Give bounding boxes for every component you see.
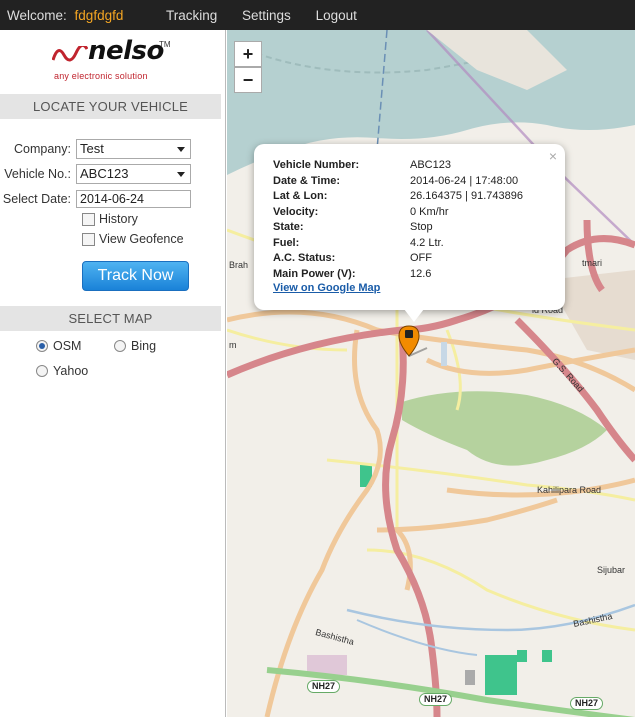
vehicle-value: ABC123 [80,166,129,181]
popup-key: Velocity: [273,205,319,218]
popup-value: 0 Km/hr [410,205,449,218]
wave-logo-icon [52,46,88,62]
popup-value: Stop [410,221,433,233]
popup-value: 12.6 [410,267,432,280]
map-label-nh27-c: NH27 [570,697,604,710]
company-row: Company: Test [0,139,191,159]
chevron-down-icon [177,147,185,152]
main-nav: Tracking Settings Logout [166,8,378,23]
username: fdgfdgfd [74,7,124,23]
map-view[interactable]: + − Brah m tmari id Road G.S. Road Kahil… [227,30,635,717]
company-label: Company: [14,142,71,156]
sidebar: nelso TM any electronic solution LOCATE … [0,30,226,717]
date-input[interactable]: 2014-06-24 [76,190,191,208]
yahoo-radio[interactable] [36,365,48,377]
date-label: Select Date: [2,192,71,206]
top-bar: Welcome: fdgfdgfd Tracking Settings Logo… [0,0,635,30]
popup-row: Main Power (V): 12.6 [273,268,431,280]
popup-value: 2014-06-24 | 17:48:00 [410,174,519,187]
date-row: Select Date: 2014-06-24 [0,189,191,209]
select-map-title: SELECT MAP [0,306,221,331]
map-label-nh27-b: NH27 [419,693,453,706]
yahoo-label: Yahoo [53,364,89,378]
brand-name: nelso [88,36,164,66]
vehicle-label: Vehicle No.: [4,167,71,181]
history-checkbox[interactable] [82,212,95,226]
popup-value: OFF [410,252,432,264]
popup-pointer [404,309,424,322]
popup-value: 4.2 Ltr. [410,236,444,249]
track-now-button[interactable]: Track Now [82,261,189,291]
popup-row: Lat & Lon: 26.164375 | 91.743896 [273,190,523,202]
geofence-option[interactable]: View Geofence [82,232,184,246]
history-option[interactable]: History [82,212,138,226]
geofence-label: View Geofence [99,232,184,246]
popup-key: Main Power (V): [273,267,356,280]
bing-radio[interactable] [114,340,126,352]
map-option-osm[interactable]: OSM [36,339,81,353]
history-label: History [99,212,138,226]
nav-tracking[interactable]: Tracking [166,8,217,23]
view-on-google-map-link[interactable]: View on Google Map [273,282,380,294]
popup-key: Lat & Lon: [273,190,328,202]
logo: nelso TM any electronic solution [0,30,225,94]
company-select[interactable]: Test [76,139,191,159]
brand-tagline: any electronic solution [54,71,148,81]
map-label-tmari: tmari [582,258,602,268]
company-value: Test [80,141,104,156]
map-selector: OSM Bing Yahoo [0,331,225,451]
geofence-checkbox[interactable] [82,232,95,246]
map-label-sijubari: Sijubar [597,565,626,575]
map-option-yahoo[interactable]: Yahoo [36,364,88,378]
welcome-label: Welcome: [7,7,67,23]
popup-row: State: Stop [273,221,433,233]
map-label-brahma: Brah [229,260,249,270]
nav-settings[interactable]: Settings [242,8,291,23]
zoom-in-button[interactable]: + [234,41,262,67]
popup-row: Vehicle Number: ABC123 [273,159,451,171]
nav-logout[interactable]: Logout [316,8,357,23]
vehicle-select[interactable]: ABC123 [76,164,191,184]
map-label-nh27-a: NH27 [307,680,341,693]
locate-form: Company: Test Vehicle No.: ABC123 Select… [0,119,225,306]
popup-key: Fuel: [273,236,300,249]
map-label-m: m [229,340,237,350]
popup-row: Velocity: 0 Km/hr [273,206,449,218]
chevron-down-icon [177,172,185,177]
welcome-text: Welcome: fdgfdgfd [0,8,166,23]
osm-label: OSM [53,339,82,353]
map-option-bing[interactable]: Bing [114,339,156,353]
popup-row: Date & Time: 2014-06-24 | 17:48:00 [273,175,518,187]
zoom-out-button[interactable]: − [234,67,262,93]
trademark: TM [159,40,171,49]
vehicle-row: Vehicle No.: ABC123 [0,164,191,184]
close-icon[interactable]: × [549,148,557,164]
locate-section-title: LOCATE YOUR VEHICLE [0,94,221,119]
osm-radio[interactable] [36,340,48,352]
popup-key: State: [273,221,304,233]
popup-row: A.C. Status: OFF [273,252,432,264]
popup-key: Date & Time: [273,174,341,187]
popup-value: ABC123 [410,159,451,171]
vehicle-info-popup: × Vehicle Number: ABC123 Date & Time: 2014… [254,144,565,322]
popup-row: Fuel: 4.2 Ltr. [273,237,444,249]
popup-key: Vehicle Number: [273,159,360,171]
popup-value: 26.164375 | 91.743896 [410,190,523,202]
bing-label: Bing [131,339,157,353]
map-label-kahilipara: Kahilipara Road [537,485,602,495]
popup-key: A.C. Status: [273,252,336,264]
